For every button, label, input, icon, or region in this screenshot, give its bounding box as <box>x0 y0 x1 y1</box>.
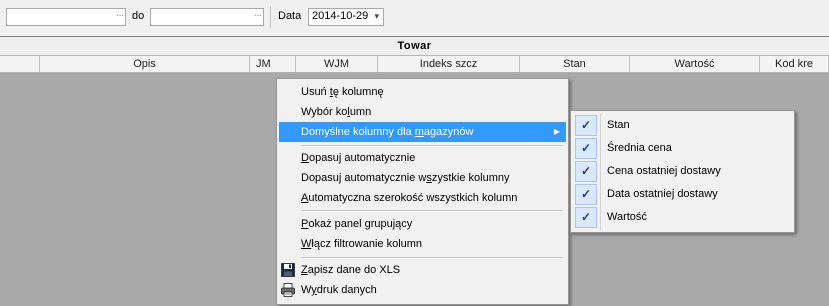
menu-item-auto-fit[interactable]: Dopasuj automatycznie <box>279 148 566 168</box>
menu-item-save-xls[interactable]: Zapisz dane do XLS <box>279 260 566 280</box>
submenu-item-srednia-cena[interactable]: ✓ Średnia cena <box>573 137 792 160</box>
band-header-towar: Towar <box>0 37 829 56</box>
menu-item-enable-filtering[interactable]: Włącz filtrowanie kolumn <box>279 234 566 254</box>
column-header-wjm[interactable]: WJM <box>296 56 378 73</box>
floppy-disk-icon <box>281 263 295 277</box>
range-from-browse-button[interactable]: ··· <box>116 10 124 21</box>
checkmark-icon[interactable]: ✓ <box>575 115 597 136</box>
menu-item-print-data[interactable]: Wydruk danych <box>279 280 566 300</box>
toolbar-divider <box>270 6 271 28</box>
column-header-indicator[interactable] <box>0 56 40 73</box>
submenu-item-data-ostatniej-dostawy[interactable]: ✓ Data ostatniej dostawy <box>573 183 792 206</box>
range-to-input[interactable]: ··· <box>150 8 264 26</box>
range-from-input[interactable]: ··· <box>6 8 126 26</box>
column-header-indeks[interactable]: Indeks szcz <box>378 56 520 73</box>
filter-toolbar: ··· do ··· Data 2014-10-29 ▾ <box>0 0 829 36</box>
column-header-stan[interactable]: Stan <box>520 56 630 73</box>
date-picker[interactable]: 2014-10-29 ▾ <box>308 8 384 26</box>
default-columns-submenu: ✓ Stan ✓ Średnia cena ✓ Cena ostatniej d… <box>570 110 795 233</box>
checkmark-icon[interactable]: ✓ <box>575 138 597 159</box>
submenu-item-stan[interactable]: ✓ Stan <box>573 114 792 137</box>
date-value: 2014-10-29 <box>312 10 369 22</box>
date-label: Data <box>278 10 302 22</box>
checkmark-icon[interactable]: ✓ <box>575 161 597 182</box>
printer-icon <box>281 283 295 297</box>
menu-item-auto-width-all[interactable]: Automatyczna szerokość wszystkich kolumn <box>279 188 566 208</box>
range-to-browse-button[interactable]: ··· <box>254 10 262 21</box>
checkmark-icon[interactable]: ✓ <box>575 207 597 228</box>
menu-item-default-columns[interactable]: Domyślne kolumny dla magazynów ▶ <box>279 122 566 142</box>
menu-separator <box>301 210 563 212</box>
menu-separator <box>301 257 563 259</box>
checkmark-icon[interactable]: ✓ <box>575 184 597 205</box>
column-header-opis[interactable]: Opis <box>40 56 250 73</box>
menu-item-auto-fit-all[interactable]: Dopasuj automatycznie wszystkie kolumny <box>279 168 566 188</box>
column-header-kod-kreskowy[interactable]: Kod kre <box>760 56 829 73</box>
menu-item-show-group-panel[interactable]: Pokaż panel grupujący <box>279 214 566 234</box>
submenu-item-wartosc[interactable]: ✓ Wartość <box>573 206 792 229</box>
menu-separator <box>301 145 563 147</box>
menu-item-choose-columns[interactable]: Wybór kolumn <box>279 102 566 122</box>
chevron-down-icon[interactable]: ▾ <box>374 11 379 22</box>
range-to-label: do <box>132 10 145 22</box>
column-header-jm[interactable]: JM <box>250 56 296 73</box>
menu-item-remove-column[interactable]: Usuń tę kolumnę <box>279 82 566 102</box>
column-context-menu: Usuń tę kolumnę Wybór kolumn Domyślne ko… <box>276 78 569 305</box>
submenu-item-cena-ostatniej-dostawy[interactable]: ✓ Cena ostatniej dostawy <box>573 160 792 183</box>
column-header-wartosc[interactable]: Wartość <box>630 56 760 73</box>
submenu-arrow-icon: ▶ <box>553 127 560 136</box>
